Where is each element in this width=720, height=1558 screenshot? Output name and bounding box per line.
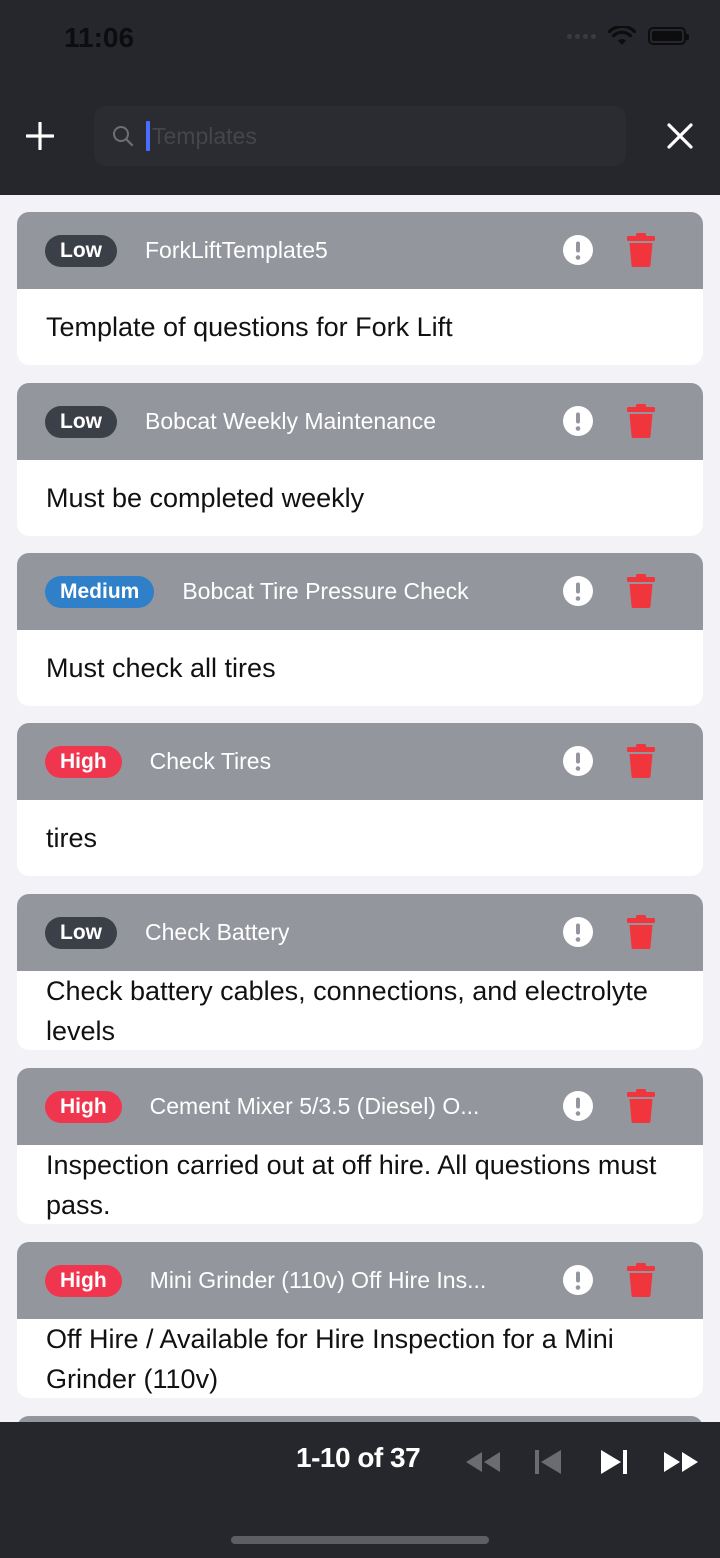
status-time: 11:06 bbox=[64, 22, 135, 53]
plus-icon bbox=[26, 122, 54, 150]
info-icon[interactable] bbox=[563, 576, 593, 606]
search-icon bbox=[113, 126, 134, 147]
trash-icon[interactable] bbox=[627, 574, 655, 608]
priority-badge: Medium bbox=[45, 575, 155, 608]
template-description: Template of questions for Fork Lift bbox=[46, 312, 453, 342]
fast-rewind-icon bbox=[466, 1452, 500, 1472]
template-description: Must be completed weekly bbox=[46, 483, 365, 513]
template-card[interactable]: Low Check Battery Check battery cables, … bbox=[17, 894, 703, 1050]
info-icon[interactable] bbox=[563, 406, 593, 436]
close-icon bbox=[667, 123, 693, 149]
battery-icon bbox=[648, 27, 689, 45]
trash-icon[interactable] bbox=[627, 1263, 655, 1297]
info-icon[interactable] bbox=[563, 235, 593, 265]
trash-icon[interactable] bbox=[627, 744, 655, 778]
pagination-bar: 1-10 of 37 bbox=[0, 1422, 720, 1558]
skip-next-icon bbox=[601, 1450, 627, 1474]
last-page-button[interactable] bbox=[662, 1444, 700, 1480]
template-card[interactable]: High Cement Mixer 5/3.5 (Diesel) O... In… bbox=[17, 1068, 703, 1224]
wifi-icon bbox=[608, 26, 636, 45]
cellular-signal-icon bbox=[567, 33, 596, 39]
template-description: Check battery cables, connections, and e… bbox=[46, 976, 648, 1046]
template-card[interactable]: High Check Tires tires bbox=[17, 723, 703, 876]
status-icons bbox=[567, 26, 689, 46]
trash-icon[interactable] bbox=[627, 1089, 655, 1123]
template-title: Cement Mixer 5/3.5 (Diesel) O... bbox=[149, 1093, 480, 1119]
template-card[interactable]: Low ForkLiftTemplate5 Template of questi… bbox=[17, 212, 703, 365]
template-card-header: Low Bobcat Weekly Maintenance bbox=[17, 383, 703, 460]
template-card[interactable]: Medium Bobcat Tire Pressure Check Must c… bbox=[17, 553, 703, 706]
priority-badge: High bbox=[45, 1264, 122, 1297]
template-card-header: Low ForkLiftTemplate5 bbox=[17, 212, 703, 289]
template-card[interactable]: High Mini Grinder (110v) Off Hire Ins...… bbox=[17, 1242, 703, 1398]
priority-badge: Low bbox=[45, 405, 117, 438]
info-icon[interactable] bbox=[563, 746, 593, 776]
home-indicator[interactable] bbox=[231, 1536, 489, 1544]
template-card-header: High Cement Mixer 5/3.5 (Diesel) O... bbox=[17, 1068, 703, 1145]
priority-badge: High bbox=[45, 745, 122, 778]
trash-icon[interactable] bbox=[627, 915, 655, 949]
previous-page-button[interactable] bbox=[534, 1444, 562, 1480]
priority-badge: High bbox=[45, 1090, 122, 1123]
template-title: Mini Grinder (110v) Off Hire Ins... bbox=[149, 1267, 487, 1293]
fast-forward-icon bbox=[664, 1452, 698, 1472]
pagination-label: 1-10 of 37 bbox=[296, 1442, 421, 1473]
template-title: Check Battery bbox=[145, 919, 290, 945]
text-cursor bbox=[146, 121, 150, 151]
first-page-button[interactable] bbox=[464, 1444, 502, 1480]
template-description: Off Hire / Available for Hire Inspection… bbox=[46, 1324, 614, 1394]
skip-previous-icon bbox=[535, 1450, 561, 1474]
template-card-header: Low Check Battery bbox=[17, 894, 703, 971]
close-search-button[interactable] bbox=[662, 118, 698, 154]
info-icon[interactable] bbox=[563, 1265, 593, 1295]
search-input[interactable] bbox=[152, 122, 592, 150]
info-icon[interactable] bbox=[563, 1091, 593, 1121]
template-title: Check Tires bbox=[149, 748, 272, 774]
top-bar: 11:06 bbox=[0, 0, 720, 195]
template-card[interactable]: Low Bobcat Weekly Maintenance Must be co… bbox=[17, 383, 703, 536]
template-card-header: Medium Bobcat Tire Pressure Check bbox=[17, 553, 703, 630]
info-icon[interactable] bbox=[563, 917, 593, 947]
search-bar[interactable] bbox=[94, 106, 626, 166]
template-title: ForkLiftTemplate5 bbox=[145, 237, 328, 263]
priority-badge: Low bbox=[45, 916, 117, 949]
template-title: Bobcat Tire Pressure Check bbox=[182, 578, 469, 604]
template-description: Must check all tires bbox=[46, 653, 276, 683]
add-template-button[interactable] bbox=[22, 116, 58, 156]
template-title: Bobcat Weekly Maintenance bbox=[145, 408, 437, 434]
template-card-header: High Mini Grinder (110v) Off Hire Ins... bbox=[17, 1242, 703, 1319]
trash-icon[interactable] bbox=[627, 404, 655, 438]
template-list[interactable]: Low ForkLiftTemplate5 Template of questi… bbox=[17, 212, 703, 1422]
template-description: Inspection carried out at off hire. All … bbox=[46, 1150, 657, 1220]
priority-badge: Low bbox=[45, 234, 117, 267]
template-description: tires bbox=[46, 823, 98, 853]
next-page-button[interactable] bbox=[600, 1444, 628, 1480]
template-card-header: High Check Tires bbox=[17, 723, 703, 800]
trash-icon[interactable] bbox=[627, 233, 655, 267]
